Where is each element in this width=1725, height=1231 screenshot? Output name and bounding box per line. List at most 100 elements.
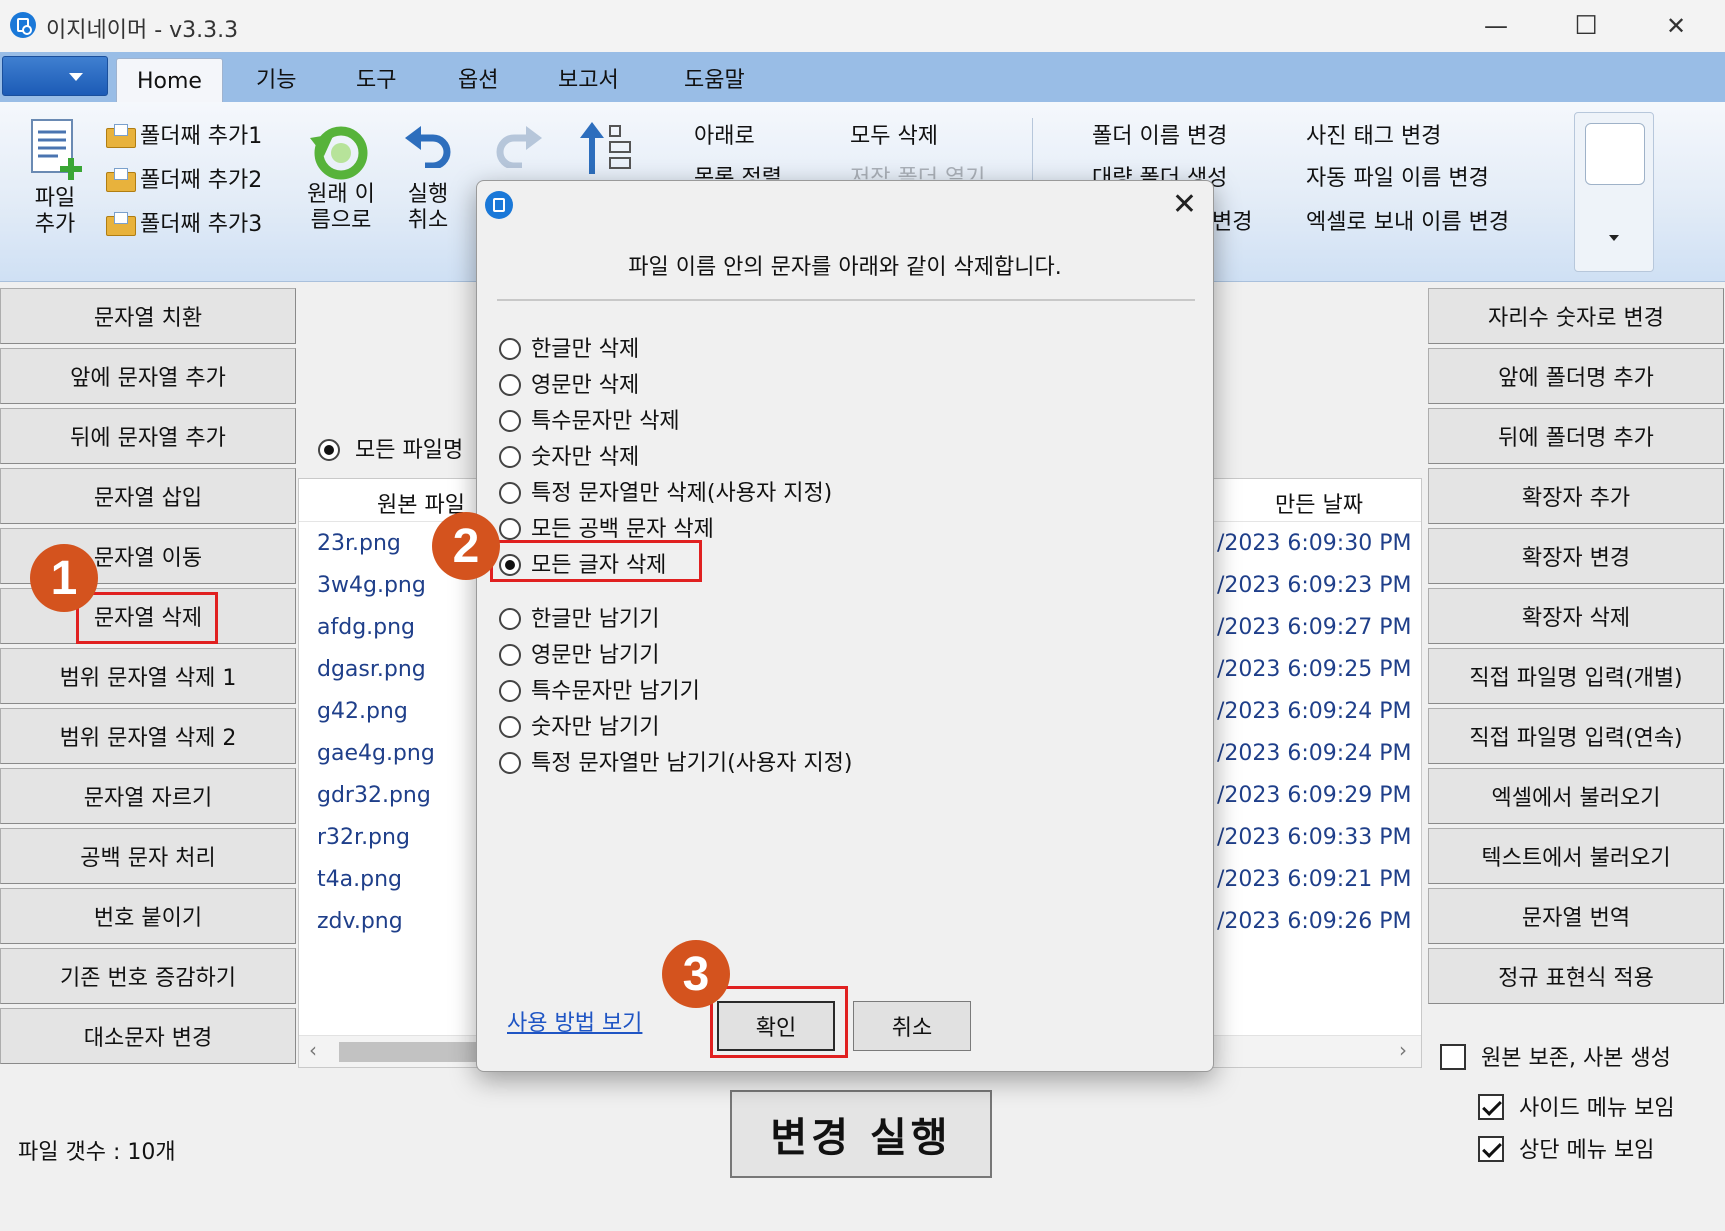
move-up-icon[interactable] — [578, 122, 636, 178]
option-delete-english[interactable]: 영문만 삭제 — [499, 367, 639, 399]
restore-original-label: 원래 이 름으로 — [307, 182, 375, 233]
undo-button[interactable]: 실행 취소 — [398, 126, 458, 244]
table-row[interactable]: afdg.png — [317, 615, 415, 640]
add-folder-2-button[interactable]: 폴더째 추가2 — [106, 162, 262, 194]
option-delete-whitespace[interactable]: 모든 공백 문자 삭제 — [499, 511, 714, 543]
side-btn-direct-input-single[interactable]: 직접 파일명 입력(개별) — [1428, 648, 1724, 704]
show-side-menu-label: 사이드 메뉴 보임 — [1519, 1096, 1675, 1121]
add-folder-3-button[interactable]: 폴더째 추가3 — [106, 206, 262, 238]
restore-original-button[interactable]: 원래 이 름으로 — [298, 120, 384, 244]
table-row[interactable]: t4a.png — [317, 867, 402, 892]
table-row[interactable]: r32r.png — [317, 825, 410, 850]
side-btn-suffix-folder[interactable]: 뒤에 폴더명 추가 — [1428, 408, 1724, 464]
delete-all-button[interactable]: 모두 삭제 — [850, 118, 938, 150]
ribbon-gallery[interactable] — [1574, 112, 1654, 272]
option-label: 숫자만 남기기 — [531, 715, 660, 740]
side-btn-translate[interactable]: 문자열 번역 — [1428, 888, 1724, 944]
option-keep-english[interactable]: 영문만 남기기 — [499, 637, 659, 669]
option-keep-special[interactable]: 특수문자만 남기기 — [499, 673, 700, 705]
option-keep-numbers[interactable]: 숫자만 남기기 — [499, 709, 659, 741]
table-row[interactable]: gdr32.png — [317, 783, 431, 808]
side-btn-prefix-folder[interactable]: 앞에 폴더명 추가 — [1428, 348, 1724, 404]
checkbox-checked-icon — [1478, 1136, 1504, 1162]
option-delete-numbers[interactable]: 숫자만 삭제 — [499, 439, 639, 471]
side-btn-regex[interactable]: 정규 표현식 적용 — [1428, 948, 1724, 1004]
option-delete-custom[interactable]: 특정 문자열만 삭제(사용자 지정) — [499, 475, 832, 507]
scrollbar-thumb[interactable] — [339, 1042, 479, 1062]
cancel-button[interactable]: 취소 — [853, 1001, 971, 1051]
side-btn-numbering[interactable]: 번호 붙이기 — [0, 888, 296, 944]
col-created-date[interactable]: 만든 날짜 — [1275, 487, 1363, 519]
excel-export-rename-button[interactable]: 엑셀로 보내 이름 변경 — [1306, 204, 1509, 236]
side-btn-range-delete-1[interactable]: 범위 문자열 삭제 1 — [0, 648, 296, 704]
chevron-down-icon[interactable] — [1609, 235, 1619, 241]
add-folder-1-button[interactable]: 폴더째 추가1 — [106, 118, 262, 150]
row-date: /2023 6:09:30 PM — [1217, 531, 1412, 556]
side-btn-whitespace[interactable]: 공백 문자 처리 — [0, 828, 296, 884]
option-delete-special[interactable]: 특수문자만 삭제 — [499, 403, 680, 435]
side-btn-range-delete-2[interactable]: 범위 문자열 삭제 2 — [0, 708, 296, 764]
close-button[interactable]: ✕ — [1646, 8, 1706, 44]
option-delete-korean[interactable]: 한글만 삭제 — [499, 331, 639, 363]
show-top-menu-checkbox[interactable]: 상단 메뉴 보임 — [1478, 1132, 1654, 1164]
radio-icon — [499, 752, 521, 774]
side-btn-change-extension[interactable]: 확장자 변경 — [1428, 528, 1724, 584]
side-btn-add-extension[interactable]: 확장자 추가 — [1428, 468, 1724, 524]
side-btn-import-text[interactable]: 텍스트에서 불러오기 — [1428, 828, 1724, 884]
table-row[interactable]: dgasr.png — [317, 657, 426, 682]
move-down-button[interactable]: 아래로 — [694, 118, 755, 150]
side-btn-case-change[interactable]: 대소문자 변경 — [0, 1008, 296, 1064]
tab-features[interactable]: 기능 — [256, 62, 296, 94]
side-btn-direct-input-sequence[interactable]: 직접 파일명 입력(연속) — [1428, 708, 1724, 764]
checkbox-icon — [1440, 1044, 1466, 1070]
side-btn-cut-string[interactable]: 문자열 자르기 — [0, 768, 296, 824]
scroll-right-icon[interactable]: › — [1399, 1038, 1407, 1062]
keep-original-label: 원본 보존, 사본 생성 — [1481, 1046, 1671, 1071]
tab-home[interactable]: Home — [116, 58, 223, 104]
table-row[interactable]: gae4g.png — [317, 741, 435, 766]
keep-original-checkbox[interactable]: 원본 보존, 사본 생성 — [1440, 1040, 1671, 1072]
option-keep-korean[interactable]: 한글만 남기기 — [499, 601, 659, 633]
minimize-button[interactable]: — — [1466, 8, 1526, 44]
highlight-delete-all-chars — [490, 540, 702, 582]
tab-help[interactable]: 도움말 — [684, 62, 745, 94]
maximize-button[interactable]: ☐ — [1556, 8, 1616, 44]
table-row[interactable]: 23r.png — [317, 531, 401, 556]
table-row[interactable]: zdv.png — [317, 909, 403, 934]
side-btn-number-adjust[interactable]: 기존 번호 증감하기 — [0, 948, 296, 1004]
undo-icon — [405, 126, 451, 168]
side-btn-insert-string[interactable]: 문자열 삽입 — [0, 468, 296, 524]
table-row[interactable]: g42.png — [317, 699, 408, 724]
side-btn-digit-number[interactable]: 자리수 숫자로 변경 — [1428, 288, 1724, 344]
tab-options[interactable]: 옵션 — [458, 62, 498, 94]
scope-all-files-radio[interactable]: 모든 파일명 — [318, 432, 463, 464]
radio-icon — [499, 446, 521, 468]
change-partial-button[interactable]: 변경 — [1212, 204, 1252, 236]
radio-icon — [499, 338, 521, 360]
scroll-left-icon[interactable]: ‹ — [309, 1038, 317, 1062]
side-btn-delete-extension[interactable]: 확장자 삭제 — [1428, 588, 1724, 644]
row-date: /2023 6:09:23 PM — [1217, 573, 1412, 598]
side-btn-suffix-string[interactable]: 뒤에 문자열 추가 — [0, 408, 296, 464]
side-btn-import-excel[interactable]: 엑셀에서 불러오기 — [1428, 768, 1724, 824]
help-link[interactable]: 사용 방법 보기 — [507, 1005, 642, 1037]
tab-tools[interactable]: 도구 — [356, 62, 396, 94]
side-btn-prefix-string[interactable]: 앞에 문자열 추가 — [0, 348, 296, 404]
option-label: 특정 문자열만 남기기(사용자 지정) — [531, 751, 853, 776]
option-label: 특수문자만 남기기 — [531, 679, 700, 704]
rename-folder-button[interactable]: 폴더 이름 변경 — [1092, 118, 1227, 150]
redo-icon[interactable] — [494, 126, 544, 168]
show-side-menu-checkbox[interactable]: 사이드 메뉴 보임 — [1478, 1090, 1675, 1122]
tab-reports[interactable]: 보고서 — [558, 62, 619, 94]
auto-filename-change-button[interactable]: 자동 파일 이름 변경 — [1306, 160, 1489, 192]
run-rename-button[interactable]: 변경 실행 — [730, 1090, 992, 1178]
file-menu-button[interactable] — [2, 56, 108, 96]
add-file-button[interactable]: 파일 추가 — [22, 116, 88, 244]
row-date: /2023 6:09:33 PM — [1217, 825, 1412, 850]
table-row[interactable]: 3w4g.png — [317, 573, 426, 598]
dialog-close-button[interactable]: ✕ — [1172, 187, 1197, 222]
photo-tag-change-button[interactable]: 사진 태그 변경 — [1306, 118, 1441, 150]
option-keep-custom[interactable]: 특정 문자열만 남기기(사용자 지정) — [499, 745, 853, 777]
side-btn-replace-string[interactable]: 문자열 치환 — [0, 288, 296, 344]
show-top-menu-label: 상단 메뉴 보임 — [1519, 1138, 1655, 1163]
